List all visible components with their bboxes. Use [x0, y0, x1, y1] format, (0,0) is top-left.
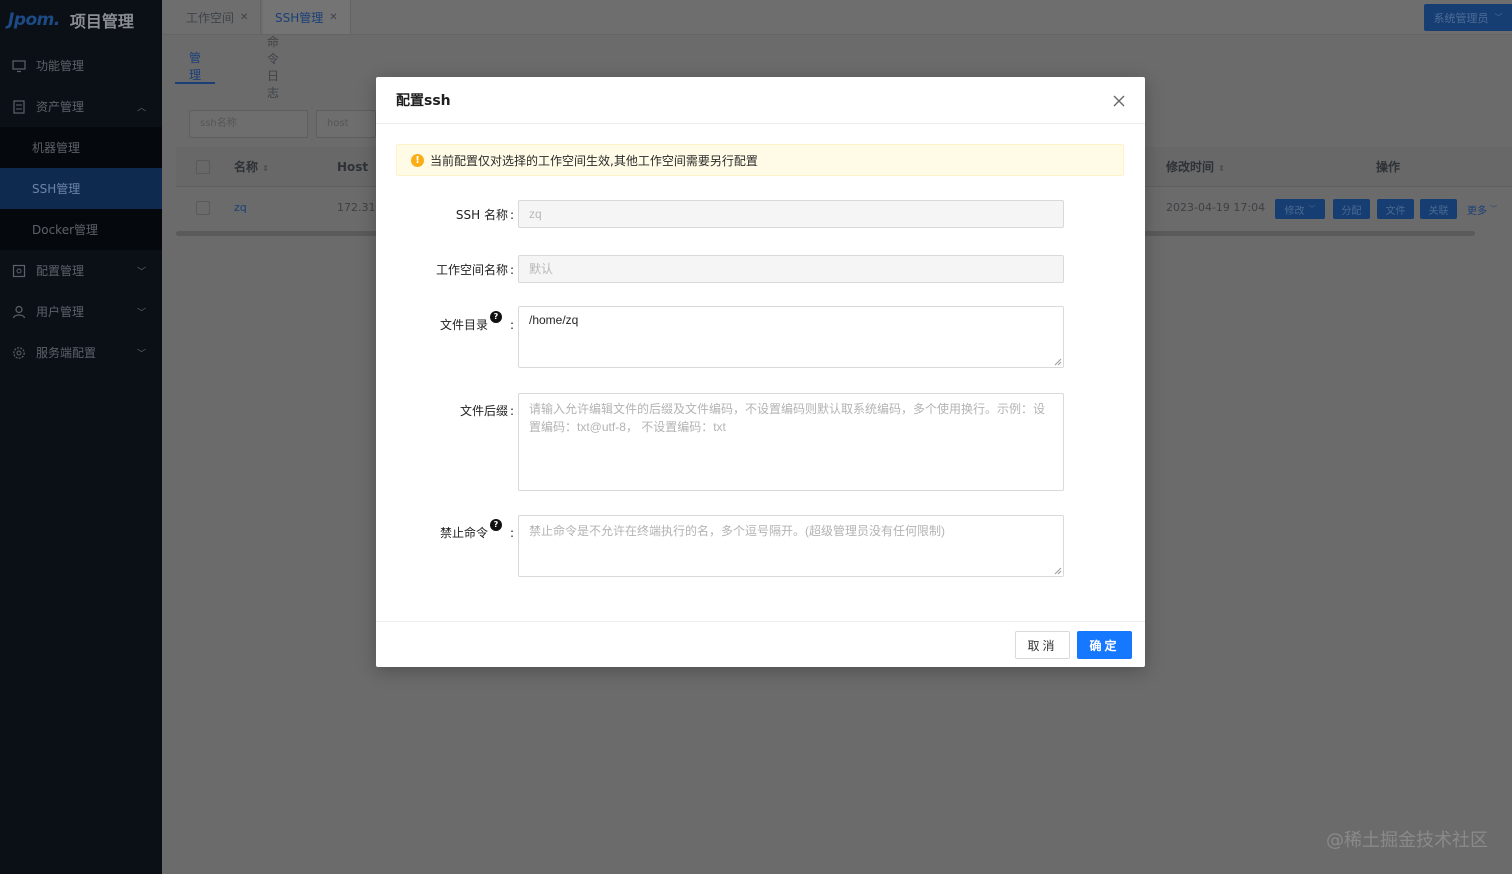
workspace-name-input[interactable]: 默认 — [518, 255, 1064, 283]
tab-ssh-management[interactable]: SSH管理 ✕ — [263, 0, 351, 34]
modal-footer: 取消 确定 — [376, 621, 1145, 667]
close-icon[interactable]: ✕ — [240, 12, 248, 23]
ssh-name-label-text: SSH 名称 — [455, 208, 508, 222]
settings-icon — [13, 346, 25, 359]
edit-label: 修改 — [1284, 205, 1305, 217]
menu-config-management[interactable]: 配置管理 ﹀ — [0, 250, 162, 291]
cancel-button[interactable]: 取消 — [1015, 631, 1070, 659]
column-actions: 操作 — [1376, 160, 1401, 174]
chevron-down-icon: ﹀ — [1494, 13, 1503, 22]
file-dir-value: /home/zq — [529, 313, 579, 327]
chevron-down-icon: ﹀ — [1308, 205, 1316, 213]
workspace-name-label: 工作空间名称: — [435, 263, 514, 277]
menu-label: 功能管理 — [36, 59, 85, 73]
tab-workspace[interactable]: 工作空间 ✕ — [174, 0, 262, 34]
menu-server-config[interactable]: 服务端配置 ﹀ — [0, 332, 162, 373]
file-dir-textarea[interactable]: /home/zq — [518, 306, 1064, 368]
file-suffix-label-text: 文件后缀 — [459, 404, 508, 418]
more-button[interactable]: 更多 ﹀ — [1462, 199, 1502, 219]
menu-label: 用户管理 — [36, 305, 85, 319]
forbid-command-label-text: 禁止命令 — [439, 526, 488, 540]
select-all-checkbox[interactable] — [196, 160, 210, 174]
workspace-name-label-text: 工作空间名称 — [435, 263, 508, 277]
column-modified-label: 修改时间 — [1166, 160, 1215, 174]
row-name[interactable]: zq — [234, 188, 247, 228]
watermark: @稀土掘金技术社区 — [1326, 830, 1488, 851]
chevron-down-icon: ﹀ — [1490, 205, 1497, 213]
sidebar: Jpom. 项目管理 功能管理 资产管理 ︿ 机器管理 SSH管理 Docker… — [0, 0, 162, 874]
menu-ssh-management[interactable]: SSH管理 — [0, 168, 162, 209]
warning-icon: ! — [411, 153, 424, 167]
app-title: 项目管理 — [69, 12, 134, 31]
assign-button[interactable]: 分配 — [1333, 199, 1370, 219]
question-icon[interactable]: ? — [489, 311, 502, 323]
row-modified: 2023-04-19 17:04 — [1166, 201, 1266, 214]
host-filter-input[interactable]: host — [316, 110, 376, 138]
chevron-down-icon: ﹀ — [136, 308, 146, 318]
monitor-icon — [12, 59, 26, 72]
file-dir-label-text: 文件目录 — [439, 318, 488, 332]
close-icon[interactable] — [1109, 91, 1129, 111]
column-modified[interactable]: 修改时间 ⇕ — [1166, 147, 1225, 187]
user-name: 系统管理员 — [1433, 11, 1489, 25]
row-checkbox[interactable] — [196, 201, 210, 215]
forbid-command-textarea[interactable]: 禁止命令是不允许在终端执行的名，多个逗号隔开。(超级管理员没有任何限制) — [518, 515, 1064, 577]
user-icon — [12, 305, 26, 318]
modal-header: 配置ssh — [376, 77, 1145, 124]
resize-handle-icon[interactable] — [1054, 358, 1062, 366]
tab-command-log[interactable]: 命令日志 — [267, 35, 279, 100]
chevron-down-icon: ﹀ — [136, 349, 146, 359]
link-button[interactable]: 关联 — [1420, 199, 1457, 219]
forbid-command-label: 禁止命令?: — [439, 519, 514, 540]
logo[interactable]: Jpom. 项目管理 — [0, 0, 162, 40]
ssh-name-filter-input[interactable]: ssh名称 — [189, 110, 308, 138]
tab-label: SSH管理 — [275, 10, 324, 25]
edit-button[interactable]: 修改 ﹀ — [1275, 199, 1325, 219]
chevron-up-icon: ︿ — [136, 103, 146, 113]
question-icon[interactable]: ? — [489, 519, 502, 531]
file-button[interactable]: 文件 — [1377, 199, 1414, 219]
modal-title: 配置ssh — [396, 93, 451, 109]
row-host: 172.31 — [337, 201, 376, 214]
menu-label: 资产管理 — [36, 100, 85, 114]
column-name-label: 名称 — [234, 160, 259, 174]
menu-machine-management[interactable]: 机器管理 — [0, 127, 162, 168]
menu-asset-management[interactable]: 资产管理 ︿ — [0, 86, 162, 127]
file-dir-label: 文件目录?: — [439, 311, 514, 332]
logo-mark: Jpom. — [8, 10, 60, 30]
page-tab-bar: 工作空间 ✕ SSH管理 ✕ 系统管理员 ﹀ — [162, 0, 1512, 35]
ssh-name-input[interactable]: zq — [518, 200, 1064, 228]
config-icon — [12, 264, 26, 277]
sort-icon: ⇕ — [1218, 164, 1225, 173]
menu-label: 配置管理 — [36, 264, 85, 278]
forbid-command-placeholder: 禁止命令是不允许在终端执行的名，多个逗号隔开。(超级管理员没有任何限制) — [529, 524, 945, 538]
menu-user-management[interactable]: 用户管理 ﹀ — [0, 291, 162, 332]
chevron-down-icon: ﹀ — [136, 267, 146, 277]
ssh-config-modal: 配置ssh ! 当前配置仅对选择的工作空间生效,其他工作空间需要另行配置 SSH… — [376, 77, 1145, 667]
user-menu-button[interactable]: 系统管理员 ﹀ — [1424, 4, 1512, 31]
tab-label: 工作空间 — [186, 10, 235, 25]
ssh-name-label: SSH 名称: — [455, 208, 514, 222]
workspace-scope-alert: ! 当前配置仅对选择的工作空间生效,其他工作空间需要另行配置 — [396, 144, 1124, 176]
sort-icon: ⇕ — [262, 164, 269, 173]
menu-label: 服务端配置 — [36, 346, 97, 360]
close-icon[interactable]: ✕ — [329, 12, 337, 23]
tab-manage[interactable]: 管理 — [175, 49, 216, 84]
file-suffix-textarea[interactable]: 请输入允许编辑文件的后缀及文件编码，不设置编码则默认取系统编码，多个使用换行。示… — [518, 393, 1064, 491]
menu-function-management[interactable]: 功能管理 — [0, 45, 162, 86]
file-suffix-placeholder: 请输入允许编辑文件的后缀及文件编码，不设置编码则默认取系统编码，多个使用换行。示… — [529, 402, 1046, 434]
column-host-label: Host — [337, 160, 369, 174]
column-host[interactable]: Host — [337, 147, 368, 187]
file-suffix-label: 文件后缀: — [459, 404, 514, 418]
confirm-button[interactable]: 确定 — [1077, 631, 1132, 659]
menu-docker-management[interactable]: Docker管理 — [0, 209, 162, 250]
more-label: 更多 — [1467, 205, 1487, 217]
resize-handle-icon[interactable] — [1054, 567, 1062, 575]
column-name[interactable]: 名称 ⇕ — [234, 147, 269, 187]
alert-text: 当前配置仅对选择的工作空间生效,其他工作空间需要另行配置 — [430, 153, 758, 168]
server-icon — [13, 99, 25, 114]
